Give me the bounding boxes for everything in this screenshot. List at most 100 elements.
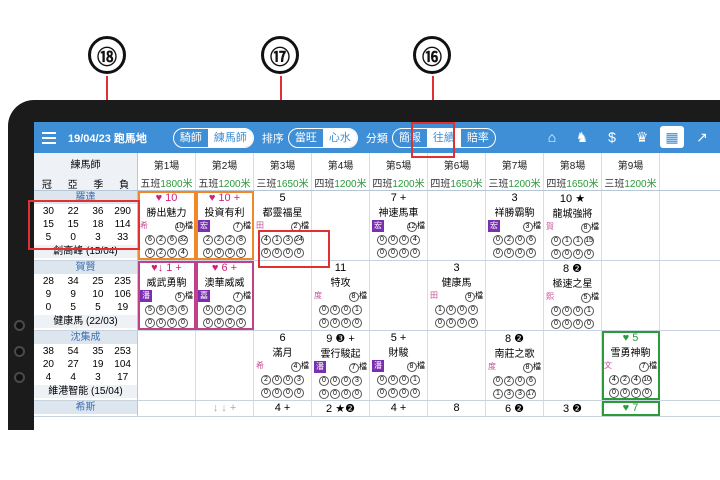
race-cell[interactable]: 7 + 神速馬車宏 12 檔 0 0 0 4 0 0 0 0 [370,191,428,260]
record-value: 1 [573,236,583,246]
record-value: 0 [167,318,177,328]
race-number: 第6場 [443,161,470,172]
trainer-name[interactable]: 賀賢 [34,261,137,274]
race-header-9[interactable]: 第9場 三班1200米 [602,153,660,190]
record-c1: 0001 [314,303,367,315]
tab-jockey[interactable]: 騎師 [174,129,208,147]
horse-entry[interactable]: 10 ★ 龍城強將賀 8 檔 0 1 1 15 0 0 0 0 [544,191,601,260]
menu-icon[interactable] [42,129,56,147]
race-cell[interactable]: 8 ❷ 南莊之歌度 8 檔 0 2 0 6 1 3 3 17 [486,331,544,400]
horse-entry[interactable]: 7 + 神速馬車宏 12 檔 0 0 0 4 0 0 0 0 [370,191,427,259]
record-value: 0 [457,305,467,315]
table-icon[interactable]: ▦ [660,126,684,148]
race-cell [602,261,660,330]
record-value: 0 [573,319,583,329]
date-venue: 19/04/23 跑馬地 [68,132,147,145]
record-value: 0 [435,318,445,328]
draw-label: 檔 [359,362,367,371]
race-header-3[interactable]: 第3場 三班1650米 [254,153,312,190]
horse-entry[interactable]: 6 滿月希 4 檔 2 0 0 3 0 0 0 0 [254,331,311,399]
draw-number: 3 [522,222,533,232]
horse-entry[interactable]: 3 祥勝霸駒宏 3 檔 0 2 0 6 0 0 0 0 [486,191,543,259]
race-cell[interactable] [138,401,196,416]
race-cell[interactable]: 8 [428,401,486,416]
record-value: 0 [551,236,561,246]
draw-number: 8 [522,363,533,373]
horse-number: 3 [453,262,460,274]
race-cell[interactable]: 3 健康馬田 9 檔 1 0 0 0 0 0 0 0 [428,261,486,330]
race-cell[interactable]: 3 祥勝霸駒宏 3 檔 0 2 0 6 0 0 0 0 [486,191,544,260]
race-header-4[interactable]: 第4場 四班1200米 [312,153,370,190]
money-icon[interactable]: $ [600,126,624,148]
race-class-distance: 五班1200米 [196,175,253,190]
horse-name: 南莊之歌 [494,349,535,360]
race-cell[interactable]: 11 特攻度 8 檔 0 0 0 1 0 0 0 0 [312,261,370,330]
race-cell[interactable]: ♥↓ 1 + 威武勇駒潘 5 檔 5 6 3 6 0 0 0 0 [138,261,196,330]
sort-label: 排序 [261,132,284,145]
race-cell[interactable]: 10 ★ 龍城強將賀 8 檔 0 1 1 15 0 0 0 0 [544,191,602,260]
race-cell[interactable]: 8 ❷ 極速之星熙 5 檔 0 0 0 1 0 0 0 0 [544,261,602,330]
race-header-1[interactable]: 第1場 五班1800米 [138,153,196,190]
horse-entry[interactable]: 5 + 財駿潘 8 檔 0 0 0 1 0 0 0 0 [370,331,427,399]
race-cell[interactable]: 2 ★❷ [312,401,370,416]
horse-entry[interactable]: ♥↓ 1 + 威武勇駒潘 5 檔 5 6 3 6 0 0 0 0 [138,261,195,329]
horse-entry[interactable]: ♥ 10 + 投資有利宏 7 檔 2 2 2 8 0 0 0 0 [196,191,253,259]
tab-odds[interactable]: 賠率 [461,129,495,147]
chart-icon[interactable]: ↗ [690,126,714,148]
horse-entry[interactable]: ♥ 10 勝出魅力希 10 檔 6 2 6 32 0 2 0 4 [138,191,195,259]
race-cell[interactable]: 4 + [254,401,312,416]
race-cell[interactable]: ♥ 10 + 投資有利宏 7 檔 2 2 2 8 0 0 0 0 [196,191,254,260]
horse-icon[interactable]: ♞ [570,126,594,148]
record-value: 0 [330,305,340,315]
race-cell[interactable]: ♥ 5 雪勇神駒文 7 檔 4 2 4 10 0 0 0 0 [602,331,660,400]
race-cell[interactable]: 4 + [370,401,428,416]
draw-number: 4 [290,362,301,372]
race-header-5[interactable]: 第5場 四班1200米 [370,153,428,190]
tab-trainer[interactable]: 練馬師 [207,128,253,147]
horse-entry[interactable]: ♥ 5 雪勇神駒文 7 檔 4 2 4 10 0 0 0 0 [602,331,659,399]
race-number: 第9場 [617,161,644,172]
record-value: 0 [562,306,572,316]
race-cell[interactable]: ♥ 10 勝出魅力希 10 檔 6 2 6 32 0 2 0 4 [138,191,196,260]
race-cell[interactable]: ♥ 7 [602,401,660,416]
record-value: 0 [352,389,362,399]
draw: 8檔 [348,290,367,302]
race-cell[interactable]: ↓ ↓ + [196,401,254,416]
horse-entry[interactable]: 11 特攻度 8 檔 0 0 0 1 0 0 0 0 [312,261,369,329]
trainer-summary[interactable]: 希斯 [34,401,138,416]
jockey-draw: 希 10 檔 [140,220,193,232]
horse-number: ♥ 10 + [208,192,241,204]
home-icon[interactable]: ⌂ [540,126,564,148]
horse-entry[interactable]: 8 ❷ 南莊之歌度 8 檔 0 2 0 6 1 3 3 17 [486,331,543,400]
trainer-summary[interactable]: 沈集成 38 54 35 253 20 27 19 104 4 4 3 17 維港智能 (15/04) [34,331,138,400]
horse-entry[interactable]: 9 ❸ + 雲行駿起潘 7 檔 0 0 0 3 0 0 0 0 [312,331,369,400]
record-c1: 0022 [198,303,251,315]
tablet-frame: 19/04/23 跑馬地 騎師 練馬師 排序 當旺 心水 分類 簡報 往績 賠率 [8,100,720,430]
trainer-name[interactable]: 沈集成 [34,331,137,344]
race-cell[interactable]: 6 滿月希 4 檔 2 0 0 3 0 0 0 0 [254,331,312,400]
race-cell[interactable]: 3 ❷ [544,401,602,416]
record-c1: 1000 [430,303,483,315]
horse-entry[interactable]: ♥ 6 + 澳華威威嘉 7 檔 0 0 2 2 0 0 0 0 [196,261,253,329]
trainer-summary[interactable]: 賀賢 28 34 25 235 9 9 10 106 0 5 5 19 健康馬 (22/03) [34,261,138,330]
tab-hot[interactable]: 當旺 [289,129,323,147]
race-header-2[interactable]: 第2場 五班1200米 [196,153,254,190]
horse-name: 極速之星 [552,279,593,290]
record-value: 2 [156,248,166,258]
horse-entry[interactable]: 8 ❷ 極速之星熙 5 檔 0 0 0 1 0 0 0 0 [544,261,601,330]
race-header-8[interactable]: 第8場 四班1650米 [544,153,602,190]
record-c2: 0000 [256,386,309,398]
record-value: 0 [225,248,235,258]
race-cell[interactable]: ♥ 6 + 澳華威威嘉 7 檔 0 0 2 2 0 0 0 0 [196,261,254,330]
race-cell[interactable]: 5 + 財駿潘 8 檔 0 0 0 1 0 0 0 0 [370,331,428,400]
record-value: 0 [388,388,398,398]
trainer-name[interactable]: 希斯 [34,401,137,414]
race-cell[interactable]: 6 ❷ [486,401,544,416]
race-header-6[interactable]: 第6場 四班1650米 [428,153,486,190]
race-header-7[interactable]: 第7場 三班1200米 [486,153,544,190]
race-cell[interactable]: 9 ❸ + 雲行駿起潘 7 檔 0 0 0 3 0 0 0 0 [312,331,370,400]
horse-entry[interactable]: 3 健康馬田 9 檔 1 0 0 0 0 0 0 0 [428,261,485,329]
tab-tips[interactable]: 心水 [322,128,357,147]
draw-number: 7 [348,363,359,373]
trophy-icon[interactable]: ♛ [630,126,654,148]
